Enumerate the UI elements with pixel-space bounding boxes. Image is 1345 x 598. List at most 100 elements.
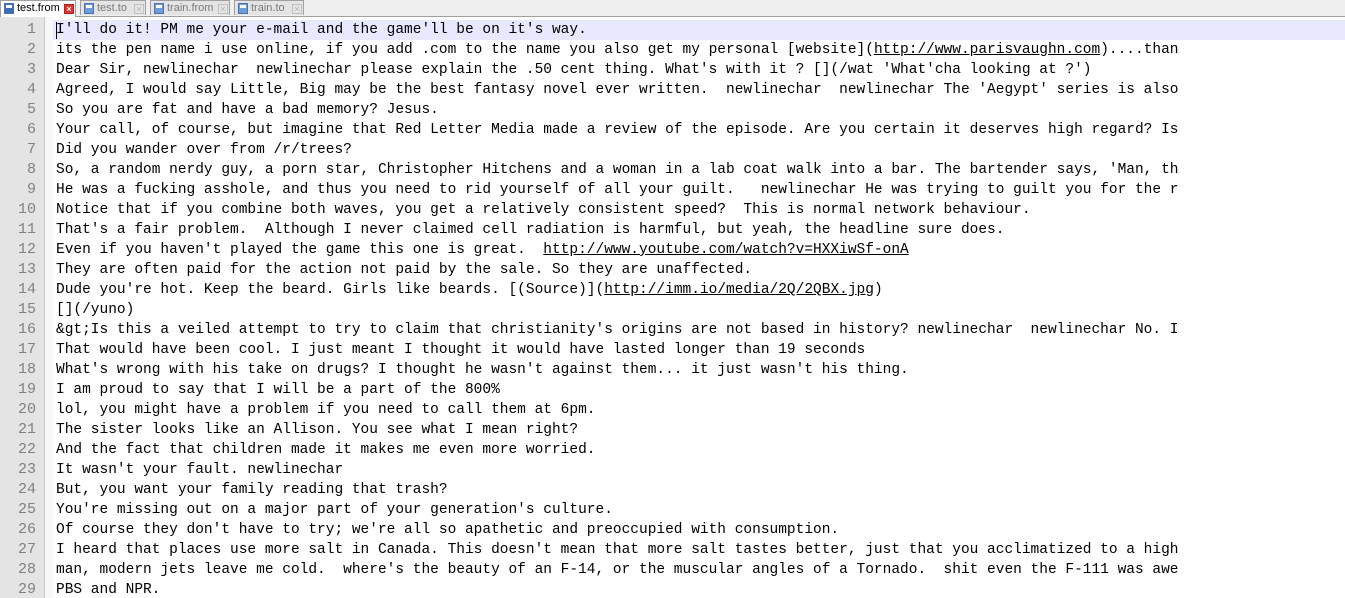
line-text[interactable]: &gt;Is this a veiled attempt to try to c… [56, 320, 1178, 340]
file-icon [84, 3, 94, 14]
editor-line[interactable]: 2 its the pen name i use online, if you a… [0, 40, 1345, 60]
close-icon[interactable]: × [64, 4, 74, 14]
editor-line[interactable]: 18 What's wrong with his take on drugs? I… [0, 360, 1345, 380]
editor-line[interactable]: 15 [](/yuno) [0, 300, 1345, 320]
editor-line[interactable]: 14 Dude you're hot. Keep the beard. Girls… [0, 280, 1345, 300]
text-segment: But, you want your family reading that t… [56, 482, 448, 498]
close-icon[interactable]: × [134, 4, 144, 14]
editor-line[interactable]: 24 But, you want your family reading that… [0, 480, 1345, 500]
editor-line[interactable]: 3 Dear Sir, newlinechar newlinechar pleas… [0, 60, 1345, 80]
text-segment: )....than [1100, 42, 1179, 58]
line-text[interactable]: Notice that if you combine both waves, y… [56, 200, 1031, 220]
line-text[interactable]: The sister looks like an Allison. You se… [56, 420, 578, 440]
editor-line[interactable]: 12 Even if you haven't played the game th… [0, 240, 1345, 260]
text-segment: Your call, of course, but imagine that R… [56, 122, 1179, 138]
text-segment: The sister looks like an Allison. You se… [56, 422, 579, 438]
editor-line[interactable]: 29 PBS and NPR. [0, 580, 1345, 598]
line-number: 20 [17, 401, 36, 418]
editor-line[interactable]: 13 They are often paid for the action not… [0, 260, 1345, 280]
text-segment: He was a fucking asshole, and thus you n… [56, 182, 1179, 198]
line-text[interactable]: What's wrong with his take on drugs? I t… [56, 360, 909, 380]
line-number: 26 [17, 521, 36, 538]
line-text[interactable]: Of course they don't have to try; we're … [56, 520, 839, 540]
editor-line[interactable]: 25 You're missing out on a major part of … [0, 500, 1345, 520]
line-text[interactable]: I'll do it! PM me your e-mail and the ga… [56, 20, 587, 40]
line-text[interactable]: Did you wander over from /r/trees? [56, 140, 352, 160]
line-number: 22 [17, 441, 36, 458]
editor-line[interactable]: 4 Agreed, I would say Little, Big may be … [0, 80, 1345, 100]
line-text[interactable]: You're missing out on a major part of yo… [56, 500, 613, 520]
line-text[interactable]: lol, you might have a problem if you nee… [56, 400, 596, 420]
line-text[interactable]: They are often paid for the action not p… [56, 260, 752, 280]
tab-train-to[interactable]: train.to × [234, 0, 304, 15]
url-link[interactable]: http://imm.io/media/2Q/2QBX.jpg [604, 282, 874, 298]
line-number: 27 [17, 541, 36, 558]
text-segment: Dear Sir, newlinechar newlinechar please… [56, 62, 1092, 78]
editor-line[interactable]: 8 So, a random nerdy guy, a porn star, Ch… [0, 160, 1345, 180]
editor-line[interactable]: 7 Did you wander over from /r/trees? [0, 140, 1345, 160]
text-segment: That's a fair problem. Although I never … [56, 222, 1005, 238]
line-text[interactable]: Even if you haven't played the game this… [56, 240, 909, 260]
editor-line[interactable]: 28 man, modern jets leave me cold. where'… [0, 560, 1345, 580]
line-text[interactable]: I heard that places use more salt in Can… [56, 540, 1178, 560]
tab-label: train.from [167, 2, 214, 14]
editor-line[interactable]: 9 He was a fucking asshole, and thus you … [0, 180, 1345, 200]
line-text[interactable]: That's a fair problem. Although I never … [56, 220, 1004, 240]
text-segment: That would have been cool. I just meant … [56, 342, 866, 358]
text-segment: PBS and NPR. [56, 582, 161, 598]
editor-line[interactable]: 20 lol, you might have a problem if you n… [0, 400, 1345, 420]
text-segment: So, a random nerdy guy, a porn star, Chr… [56, 162, 1179, 178]
line-number: 15 [17, 301, 36, 318]
line-text[interactable]: Dude you're hot. Keep the beard. Girls l… [56, 280, 883, 300]
close-icon[interactable]: × [292, 4, 302, 14]
line-text[interactable]: Dear Sir, newlinechar newlinechar please… [56, 60, 1091, 80]
line-text[interactable]: man, modern jets leave me cold. where's … [56, 560, 1178, 580]
editor-line[interactable]: 5 So you are fat and have a bad memory? J… [0, 100, 1345, 120]
editor-line[interactable]: 10 Notice that if you combine both waves,… [0, 200, 1345, 220]
editor-line[interactable]: 23 It wasn't your fault. newlinechar [0, 460, 1345, 480]
url-link[interactable]: http://www.youtube.com/watch?v=HXXiwSf-o… [543, 242, 908, 258]
line-text[interactable]: I am proud to say that I will be a part … [56, 380, 500, 400]
text-segment: I am proud to say that I will be a part … [56, 382, 500, 398]
tab-test-from[interactable]: test.from × [0, 0, 76, 17]
line-text[interactable]: So you are fat and have a bad memory? Je… [56, 100, 439, 120]
line-number: 21 [17, 421, 36, 438]
editor-line[interactable]: 22 And the fact that children made it mak… [0, 440, 1345, 460]
text-segment: man, modern jets leave me cold. where's … [56, 562, 1179, 578]
line-number: 17 [17, 341, 36, 358]
tab-test-to[interactable]: test.to × [80, 0, 146, 15]
line-text[interactable]: And the fact that children made it makes… [56, 440, 596, 460]
editor-line[interactable]: 26 Of course they don't have to try; we'r… [0, 520, 1345, 540]
editor-line[interactable]: 6 Your call, of course, but imagine that … [0, 120, 1345, 140]
editor-line[interactable]: 19 I am proud to say that I will be a par… [0, 380, 1345, 400]
text-segment: Of course they don't have to try; we're … [56, 522, 840, 538]
tab-label: test.to [97, 2, 127, 14]
line-number: 28 [17, 561, 36, 578]
editor-line[interactable]: 16 &gt;Is this a veiled attempt to try to… [0, 320, 1345, 340]
line-text[interactable]: It wasn't your fault. newlinechar [56, 460, 343, 480]
tab-train-from[interactable]: train.from × [150, 0, 230, 15]
line-text[interactable]: Your call, of course, but imagine that R… [56, 120, 1178, 140]
text-segment: I heard that places use more salt in Can… [56, 542, 1179, 558]
line-text[interactable]: its the pen name i use online, if you ad… [56, 40, 1179, 60]
text-segment: Dude you're hot. Keep the beard. Girls l… [56, 282, 605, 298]
editor-line[interactable]: 21 The sister looks like an Allison. You … [0, 420, 1345, 440]
editor-line[interactable]: 17 That would have been cool. I just mean… [0, 340, 1345, 360]
line-number: 2 [26, 41, 36, 58]
url-link[interactable]: http://www.parisvaughn.com [874, 42, 1100, 58]
line-text[interactable]: He was a fucking asshole, and thus you n… [56, 180, 1178, 200]
editor-area[interactable]: 1 I'll do it! PM me your e-mail and the g… [0, 17, 1345, 598]
line-number: 12 [17, 241, 36, 258]
editor-line[interactable]: 1 I'll do it! PM me your e-mail and the g… [0, 20, 1345, 40]
line-text[interactable]: But, you want your family reading that t… [56, 480, 448, 500]
editor-line[interactable]: 11 That's a fair problem. Although I neve… [0, 220, 1345, 240]
line-text[interactable]: [](/yuno) [56, 300, 134, 320]
line-text[interactable]: So, a random nerdy guy, a porn star, Chr… [56, 160, 1178, 180]
line-text[interactable]: Agreed, I would say Little, Big may be t… [56, 80, 1178, 100]
line-number: 19 [17, 381, 36, 398]
file-icon [154, 3, 164, 14]
line-text[interactable]: PBS and NPR. [56, 580, 160, 598]
line-text[interactable]: That would have been cool. I just meant … [56, 340, 865, 360]
close-icon[interactable]: × [218, 4, 228, 14]
editor-line[interactable]: 27 I heard that places use more salt in C… [0, 540, 1345, 560]
